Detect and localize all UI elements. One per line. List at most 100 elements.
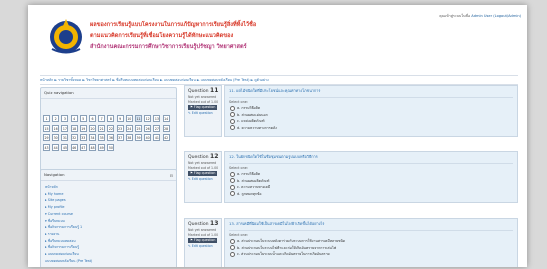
question-number: Question 13 <box>188 220 219 228</box>
navigation-item[interactable]: ▸ My profile <box>45 204 92 211</box>
answer-choice[interactable]: d. ถูกหมดทุกข้อ <box>229 191 513 198</box>
navigation-title: Navigation <box>44 172 65 177</box>
question-nav-button[interactable]: 19 <box>79 124 87 132</box>
question-nav-button[interactable]: 39 <box>135 134 142 141</box>
question-nav-button[interactable]: 11 <box>135 115 142 122</box>
question-nav-button[interactable]: 1 <box>43 115 50 122</box>
question-state: Not yet answered <box>188 228 217 232</box>
question-nav-button[interactable]: 24 <box>125 124 133 132</box>
radio-icon[interactable] <box>230 105 235 111</box>
navigation-item[interactable]: ▾ ชื่อรีบทแบบ <box>45 218 92 225</box>
question-nav-button[interactable]: 38 <box>125 134 133 141</box>
question-nav-button[interactable]: 49 <box>98 143 106 151</box>
radio-icon[interactable] <box>230 118 235 124</box>
site-title-line-3: สำนักงานคณะกรรมการศึกษาวิชาการเรียนรู้ปร… <box>90 44 247 50</box>
collapse-icon[interactable]: ⊟ <box>170 171 173 181</box>
question-nav-button[interactable]: 21 <box>98 124 106 132</box>
question-nav-button[interactable]: 36 <box>107 134 115 141</box>
question-marks: Marked out of 1.00 <box>188 165 219 170</box>
navigation-item[interactable]: ▾ Current course <box>45 211 92 218</box>
navigation-block: Navigation ⊟ หน้าหลัก ▸ My home ▸ Site pag… <box>40 169 177 267</box>
site-header: ผลของการเรียนรู้แบบโครงงานในการแก้ปัญหาก… <box>28 5 527 65</box>
question-nav-button[interactable]: 44 <box>52 143 60 151</box>
question-text: 12. ในผักชนิดใดใช้ในชื่อชุมชนตามรูปแบบหร… <box>229 154 513 164</box>
edit-question-link[interactable]: ✎ Edit question <box>188 243 218 249</box>
radio-icon[interactable] <box>230 184 235 190</box>
question-nav-button[interactable]: 46 <box>70 143 78 151</box>
question-nav-button[interactable]: 50 <box>107 143 115 151</box>
question-marks: Marked out of 1.00 <box>188 99 219 104</box>
navigation-item[interactable]: หน้าหลัก <box>45 184 92 191</box>
answer-choice[interactable]: d. ความหวานทางการคลัง <box>229 125 513 132</box>
question-text: 11. ผลไม้ชนิดใดที่มีประโยชน์และคุณค่าทาง… <box>229 88 513 98</box>
question-nav-button[interactable]: 28 <box>162 124 170 132</box>
question-nav-button[interactable]: 41 <box>153 134 161 141</box>
question-nav-button[interactable]: 25 <box>135 124 142 132</box>
question-nav-button[interactable]: 17 <box>61 124 69 132</box>
question-nav-button[interactable]: 2 <box>52 115 60 122</box>
question-nav-button[interactable]: 15 <box>43 124 50 132</box>
question-nav-button[interactable]: 18 <box>70 124 78 132</box>
question-nav-button[interactable]: 40 <box>144 134 152 141</box>
question-nav-button[interactable]: 12 <box>144 115 152 122</box>
navigation-header: Navigation ⊟ <box>41 170 176 181</box>
radio-icon[interactable] <box>230 251 235 257</box>
question-nav-button[interactable]: 22 <box>107 124 115 132</box>
navigation-item[interactable]: ▸ แบบทดสอบก่อนเรียน <box>45 251 92 258</box>
question-nav-button[interactable]: 5 <box>79 115 87 122</box>
navigation-item[interactable]: ▸ ชื่อกิจกรรมการเรียนรู้ <box>45 244 92 251</box>
question-nav-button[interactable]: 13 <box>153 115 161 122</box>
radio-icon[interactable] <box>230 125 235 130</box>
question-nav-button[interactable]: 42 <box>162 134 170 141</box>
page: ผลของการเรียนรู้แบบโครงงานในการแก้ปัญหาก… <box>28 5 527 267</box>
question-nav-button[interactable]: 37 <box>116 134 124 141</box>
question-nav-button[interactable]: 35 <box>98 134 106 141</box>
question-nav-button[interactable]: 47 <box>79 143 87 151</box>
breadcrumb[interactable]: หน้าหลัก ► รายวิชาทั้งหมด ► วิชาวิทยาศาส… <box>40 75 518 85</box>
edit-question-link[interactable]: ✎ Edit question <box>188 176 218 182</box>
radio-icon[interactable] <box>230 238 235 244</box>
question-nav-button[interactable]: 20 <box>89 124 96 132</box>
navigation-list: หน้าหลัก ▸ My home ▸ Site pages ▸ My profil… <box>45 184 92 264</box>
question-info: Question 13 Not yet answered Marked out of… <box>184 218 222 267</box>
navigation-item[interactable]: ▸ ชื่อรีบทแบบทดสอบ <box>45 238 92 245</box>
question-info: Question 11 Not yet answered Marked out of… <box>184 85 222 137</box>
question-nav-button[interactable]: 34 <box>89 134 96 141</box>
navigation-item[interactable]: ▸ ชื่อกิจกรรมการเรียนรู้ 1 <box>45 224 92 231</box>
navigation-item[interactable]: แบบทดสอบหลังเรียน (Pre Test) <box>45 258 92 265</box>
question-nav-button[interactable]: 45 <box>61 143 69 151</box>
question-number: Question 12 <box>188 153 219 161</box>
question-nav-button[interactable]: 48 <box>89 143 96 151</box>
site-title-line-1: ผลของการเรียนรู้แบบโครงงานในการแก้ปัญหาก… <box>90 22 257 28</box>
question-nav-button[interactable]: 6 <box>89 115 96 122</box>
radio-icon[interactable] <box>230 178 235 183</box>
question-nav-button[interactable]: 7 <box>98 115 106 122</box>
question-nav-button[interactable]: 16 <box>52 124 60 132</box>
question-nav-button[interactable]: 10 <box>125 115 133 122</box>
navigation-item[interactable]: ▸ My home <box>45 191 92 198</box>
question-nav-button[interactable]: 26 <box>144 124 152 132</box>
edit-question-link[interactable]: ✎ Edit question <box>188 110 218 116</box>
radio-icon[interactable] <box>230 245 235 250</box>
question-nav-button[interactable]: 14 <box>162 115 170 122</box>
question-nav-button[interactable]: 43 <box>43 143 50 151</box>
radio-icon[interactable] <box>230 191 235 196</box>
radio-icon[interactable] <box>230 171 235 177</box>
question-nav-button[interactable]: 23 <box>116 124 124 132</box>
question-nav-button[interactable]: 33 <box>79 134 87 141</box>
question-nav-button[interactable]: 32 <box>70 134 78 141</box>
question-nav-button[interactable]: 29 <box>43 134 50 141</box>
question-nav-button[interactable]: 27 <box>153 124 161 132</box>
radio-icon[interactable] <box>230 112 235 117</box>
answer-choice[interactable]: c. ส่วนประกอบในระบบน้ำและเกิดอันตรายในกา… <box>229 251 513 258</box>
question-nav-button[interactable]: 30 <box>52 134 60 141</box>
navigation-item[interactable]: ▸ รายงาน <box>45 231 92 238</box>
question-nav-button[interactable]: 3 <box>61 115 69 122</box>
question-nav-button[interactable]: 9 <box>116 115 124 122</box>
login-user-link[interactable]: Admin User (Logout/Admin) <box>471 14 521 18</box>
question-nav-button[interactable]: 8 <box>107 115 115 122</box>
question-nav-button[interactable]: 31 <box>61 134 69 141</box>
question-content: 13. สารเคมีที่นิยมใช้เป็นสารเคมีในไฟฟ้าเ… <box>224 218 518 267</box>
navigation-item[interactable]: ▸ Site pages <box>45 197 92 204</box>
question-nav-button[interactable]: 4 <box>70 115 78 122</box>
